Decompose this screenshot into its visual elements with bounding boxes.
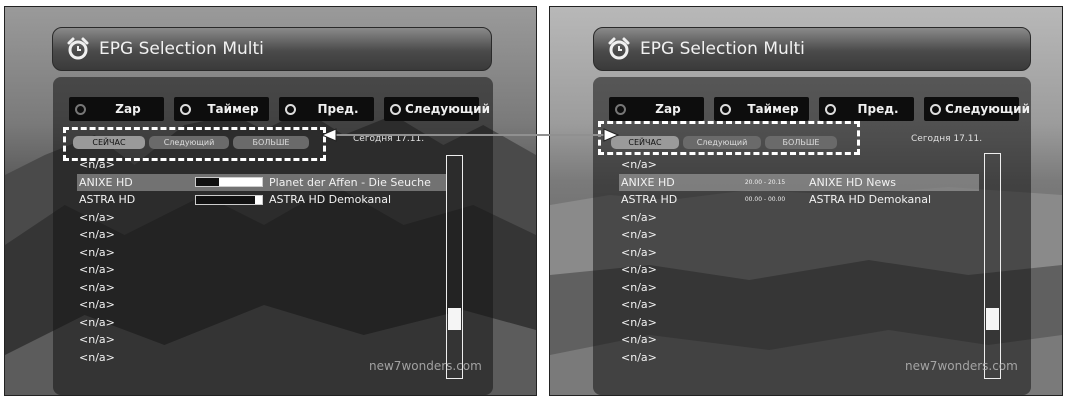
- progress-fill: [196, 178, 220, 187]
- list-item[interactable]: <n/a>: [77, 209, 447, 227]
- list-item[interactable]: <n/a>: [77, 244, 447, 262]
- list-item[interactable]: ASTRA HD 00.00 - 00.00 ASTRA HD Demokanal: [619, 191, 979, 209]
- list-item[interactable]: <n/a>: [619, 244, 979, 262]
- channel-name: <n/a>: [621, 210, 657, 224]
- list-item[interactable]: <n/a>: [619, 209, 979, 227]
- event-title: Planet der Affen - Die Seuche: [269, 175, 431, 189]
- channel-list: <n/a> ANIXE HD Planet der Affen - Die Seuc…: [77, 156, 447, 366]
- zap-button[interactable]: Zap: [69, 97, 164, 121]
- channel-name: <n/a>: [621, 333, 657, 347]
- channel-name: <n/a>: [621, 315, 657, 329]
- alarm-clock-icon: [608, 37, 630, 60]
- color-button-row: Zap Таймер Пред. Следующий: [69, 97, 490, 121]
- tabs-highlight-box: [598, 121, 860, 155]
- channel-name: <n/a>: [79, 298, 115, 312]
- channel-name: <n/a>: [79, 280, 115, 294]
- channel-name: ANIXE HD: [79, 175, 133, 189]
- list-item[interactable]: <n/a>: [619, 314, 979, 332]
- list-item[interactable]: <n/a>: [619, 261, 979, 279]
- title-bar: EPG Selection Multi: [593, 27, 1031, 71]
- prev-button[interactable]: Пред.: [819, 97, 914, 121]
- event-time: 20.00 - 20.15: [744, 178, 786, 186]
- radio-circle-icon: [930, 103, 941, 115]
- next-button[interactable]: Следующий: [924, 97, 1030, 121]
- channel-name: <n/a>: [621, 298, 657, 312]
- channel-name: <n/a>: [621, 263, 657, 277]
- list-item[interactable]: <n/a>: [77, 314, 447, 332]
- window-title: EPG Selection Multi: [99, 39, 264, 59]
- progress-fill: [196, 195, 256, 204]
- channel-name: <n/a>: [621, 158, 657, 172]
- event-title: ANIXE HD News: [809, 175, 896, 189]
- list-item[interactable]: ANIXE HD Planet der Affen - Die Seuche: [77, 173, 447, 191]
- epg-screen-right: EPG Selection Multi Zap Таймер Пред. Сле…: [549, 6, 1063, 396]
- channel-name: ANIXE HD: [621, 175, 675, 189]
- radio-circle-icon: [825, 103, 836, 115]
- alarm-clock-icon: [67, 37, 89, 60]
- scrollbar[interactable]: [446, 155, 463, 379]
- channel-name: <n/a>: [621, 280, 657, 294]
- channel-name: <n/a>: [79, 315, 115, 329]
- progress-bar: [195, 177, 263, 188]
- channel-name: <n/a>: [79, 333, 115, 347]
- list-item[interactable]: <n/a>: [77, 279, 447, 297]
- channel-name: <n/a>: [621, 245, 657, 259]
- event-time: 00.00 - 00.00: [744, 196, 786, 204]
- scrollbar-thumb[interactable]: [986, 308, 999, 330]
- title-bar: EPG Selection Multi: [52, 27, 492, 71]
- channel-name: ASTRA HD: [621, 193, 678, 207]
- list-item[interactable]: <n/a>: [619, 226, 979, 244]
- radio-circle-icon: [390, 103, 401, 115]
- radio-circle-icon: [75, 103, 86, 115]
- event-title: ASTRA HD Demokanal: [809, 193, 932, 207]
- channel-list: <n/a> ANIXE HD 20.00 - 20.15 ANIXE HD News A…: [619, 156, 979, 366]
- channel-name: <n/a>: [79, 350, 115, 364]
- epg-screen-left: EPG Selection Multi Zap Таймер Пред. Сле…: [4, 6, 537, 396]
- channel-name: <n/a>: [79, 210, 115, 224]
- list-item[interactable]: <n/a>: [77, 226, 447, 244]
- list-item[interactable]: <n/a>: [619, 279, 979, 297]
- list-item[interactable]: ANIXE HD 20.00 - 20.15 ANIXE HD News: [619, 173, 979, 191]
- radio-circle-icon: [720, 103, 731, 115]
- radio-circle-icon: [180, 103, 191, 115]
- channel-name: ASTRA HD: [79, 193, 136, 207]
- list-item[interactable]: <n/a>: [619, 156, 979, 174]
- comparison-arrow: [320, 128, 620, 142]
- channel-name: <n/a>: [621, 228, 657, 242]
- scrollbar[interactable]: [984, 153, 1001, 379]
- channel-name: <n/a>: [79, 263, 115, 277]
- color-button-row: Zap Таймер Пред. Следующий: [609, 97, 1030, 121]
- window-title: EPG Selection Multi: [640, 39, 805, 59]
- next-button[interactable]: Следующий: [384, 97, 490, 121]
- channel-name: <n/a>: [621, 350, 657, 364]
- timer-button[interactable]: Таймер: [174, 97, 269, 121]
- event-title: ASTRA HD Demokanal: [269, 193, 392, 207]
- watermark: new7wonders.com: [369, 359, 482, 373]
- watermark: new7wonders.com: [905, 359, 1018, 373]
- list-item[interactable]: <n/a>: [619, 331, 979, 349]
- zap-button[interactable]: Zap: [609, 97, 704, 121]
- radio-circle-icon: [285, 103, 296, 115]
- radio-circle-icon: [615, 103, 626, 115]
- progress-bar: [195, 194, 263, 205]
- date-label: Сегодня 17.11.: [911, 134, 983, 144]
- list-item[interactable]: <n/a>: [619, 296, 979, 314]
- list-item[interactable]: <n/a>: [77, 296, 447, 314]
- channel-name: <n/a>: [79, 245, 115, 259]
- epg-panel: Zap Таймер Пред. Следующий СЕЙЧАС Следую…: [53, 77, 493, 395]
- scrollbar-thumb[interactable]: [448, 308, 461, 330]
- timer-button[interactable]: Таймер: [714, 97, 809, 121]
- list-item[interactable]: ASTRA HD ASTRA HD Demokanal: [77, 191, 447, 209]
- channel-name: <n/a>: [79, 228, 115, 242]
- prev-button[interactable]: Пред.: [279, 97, 374, 121]
- tabs-highlight-box: [63, 127, 326, 161]
- list-item[interactable]: <n/a>: [77, 331, 447, 349]
- list-item[interactable]: <n/a>: [77, 261, 447, 279]
